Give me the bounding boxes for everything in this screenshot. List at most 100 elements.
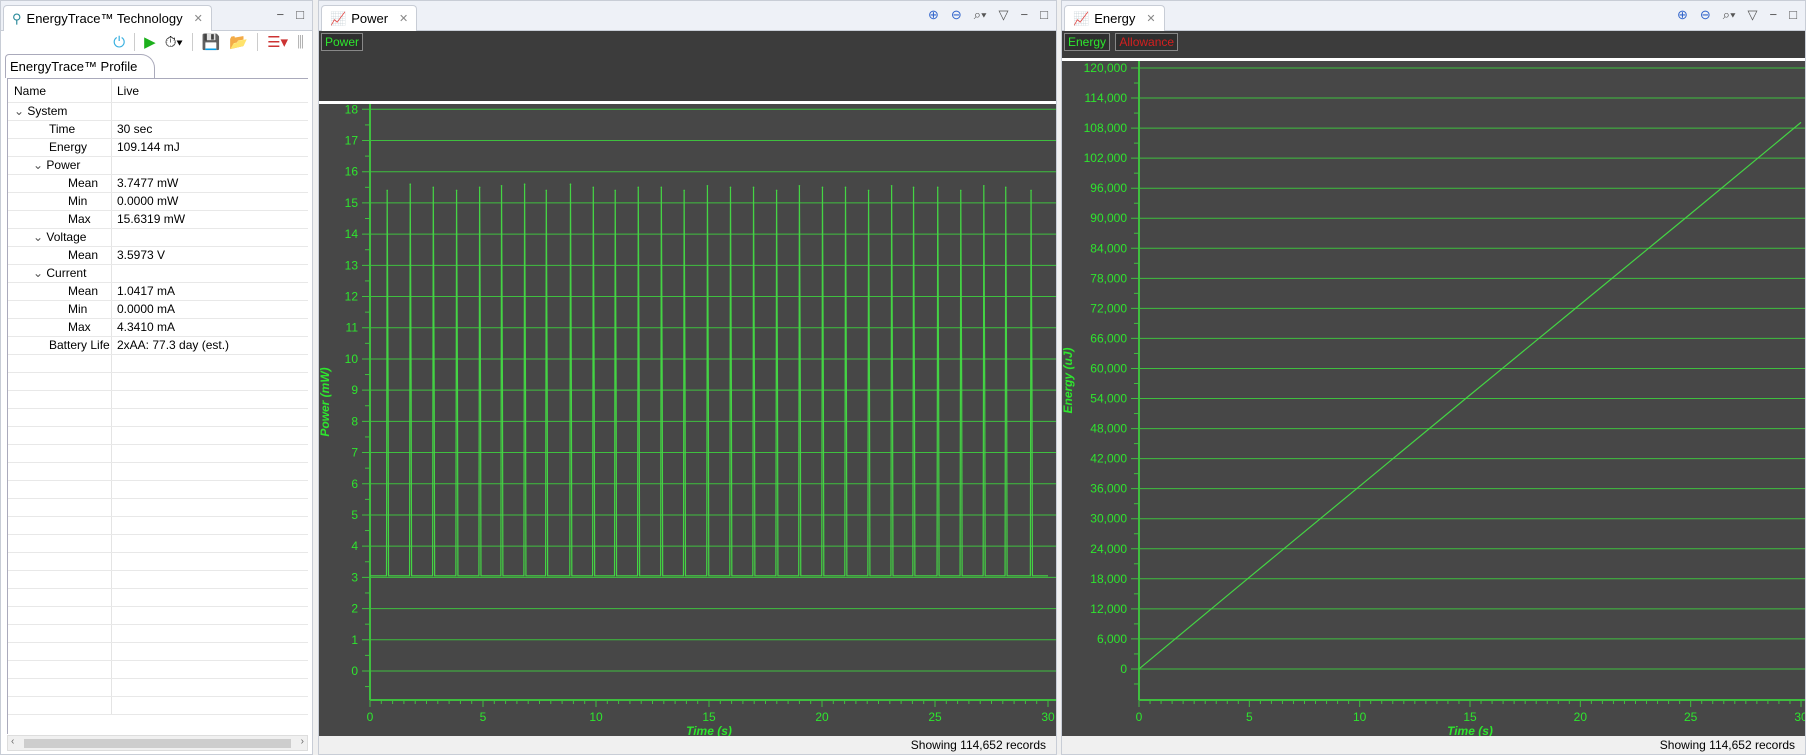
tree-row[interactable]: Max 4.3410 mA: [8, 319, 308, 337]
tab-power[interactable]: 📈 Power ✕: [321, 5, 418, 31]
y-tick-label: 18: [345, 104, 359, 116]
view-menu-icon[interactable]: ▽: [1748, 8, 1758, 21]
row-value: 3.5973 V: [117, 248, 166, 262]
tree-row[interactable]: Min 0.0000 mW: [8, 193, 308, 211]
y-tick-label: 8: [351, 414, 358, 428]
maximize-icon[interactable]: □: [1040, 8, 1048, 21]
row-name: Min: [68, 194, 88, 208]
plot-background: [1062, 61, 1805, 739]
column-header-name[interactable]: Name: [8, 79, 112, 102]
tab-label: EnergyTrace™ Technology: [26, 11, 183, 26]
maximize-icon[interactable]: □: [1789, 8, 1797, 21]
row-name-cell: Min: [8, 301, 112, 318]
spike-peak: [1030, 189, 1032, 192]
empty-cell: [8, 517, 112, 534]
tree-row[interactable]: Min 0.0000 mA: [8, 301, 308, 319]
zoom-in-icon[interactable]: ⊕: [928, 8, 939, 21]
close-icon[interactable]: ✕: [194, 12, 203, 25]
power-panel: 📈 Power ✕ ⊕ ⊖ ⌕▾ ▽ − □ Power 01234567891…: [318, 0, 1057, 755]
empty-row: [8, 499, 308, 517]
spike-peak: [637, 186, 640, 189]
spike-peak: [409, 183, 412, 185]
y-tick-label: 24,000: [1090, 542, 1127, 556]
y-tick-label: 102,000: [1084, 151, 1128, 165]
spike-peak: [867, 189, 870, 192]
tree-row[interactable]: ⌄ System: [8, 103, 308, 121]
tree-row[interactable]: ⌄ Power: [8, 157, 308, 175]
horizontal-scrollbar[interactable]: ‹ ›: [7, 735, 308, 751]
row-name: Current: [46, 266, 87, 280]
minimize-icon[interactable]: −: [1021, 8, 1029, 21]
chevron-down-icon[interactable]: ⌄: [33, 266, 46, 280]
y-tick-label: 18,000: [1090, 572, 1127, 586]
spike-peak: [386, 189, 388, 192]
minimize-icon[interactable]: −: [277, 8, 285, 21]
close-icon[interactable]: ✕: [1146, 12, 1155, 25]
chevron-down-icon[interactable]: ⌄: [14, 104, 27, 118]
tree-row[interactable]: ⌄ Current: [8, 265, 308, 283]
empty-cell: [8, 355, 112, 372]
spike-peak: [500, 184, 503, 187]
save-icon[interactable]: 💾: [202, 35, 221, 50]
zoom-in-icon[interactable]: ⊕: [1677, 8, 1688, 21]
empty-cell: [8, 625, 112, 642]
row-name: Mean: [68, 248, 99, 262]
open-folder-icon[interactable]: 📂: [229, 35, 248, 50]
y-tick-label: 0: [351, 664, 358, 678]
zoom-reset-icon[interactable]: ⌕▾: [1723, 8, 1736, 21]
legend-energy[interactable]: Energy: [1064, 33, 1111, 51]
play-icon[interactable]: ▶: [144, 35, 156, 50]
legend-power[interactable]: Power: [321, 33, 364, 51]
tree-row[interactable]: Mean 3.5973 V: [8, 247, 308, 265]
tree-row[interactable]: Mean 1.0417 mA: [8, 283, 308, 301]
spike-peak: [683, 189, 685, 192]
tab-energytrace[interactable]: ⚲ EnergyTrace™ Technology ✕: [3, 5, 212, 31]
row-name-cell: Battery Life: [8, 337, 112, 354]
tree-row[interactable]: Max 15.6319 mW: [8, 211, 308, 229]
tree-row[interactable]: Energy 109.144 mJ: [8, 139, 308, 157]
tab-energytrace-profile[interactable]: EnergyTrace™ Profile: [5, 54, 155, 78]
view-menu-icon[interactable]: ☰▾: [267, 35, 288, 50]
close-icon[interactable]: ✕: [399, 12, 408, 25]
row-name-cell: ⌄ Power: [8, 157, 112, 174]
y-tick-label: 96,000: [1090, 181, 1127, 195]
spike-peak: [569, 183, 572, 185]
power-icon[interactable]: ⏻: [113, 35, 125, 50]
empty-row: [8, 589, 308, 607]
timer-icon[interactable]: ⏱▾: [165, 35, 183, 50]
y-tick-label: 6,000: [1097, 632, 1127, 646]
maximize-icon[interactable]: □: [296, 8, 304, 21]
empty-cell: [8, 391, 112, 408]
x-tick-label: 0: [367, 710, 374, 724]
minimize-icon[interactable]: −: [1770, 8, 1778, 21]
column-header-live[interactable]: Live: [112, 79, 139, 102]
y-tick-label: 15: [345, 196, 359, 210]
zoom-reset-icon[interactable]: ⌕▾: [974, 8, 987, 21]
tree-row[interactable]: Time 30 sec: [8, 121, 308, 139]
tree-row[interactable]: Mean 3.7477 mW: [8, 175, 308, 193]
row-value: [112, 229, 117, 246]
legend-allowance[interactable]: Allowance: [1115, 33, 1179, 51]
chart-icon: 📈: [330, 11, 347, 26]
scroll-left-icon[interactable]: ‹: [11, 736, 14, 747]
empty-row: [8, 661, 308, 679]
tab-energy[interactable]: 📈 Energy ✕: [1064, 5, 1165, 31]
y-tick-label: 7: [351, 446, 358, 460]
row-name: Min: [68, 302, 88, 316]
chevron-down-icon[interactable]: ⌄: [33, 230, 46, 244]
zoom-out-icon[interactable]: ⊖: [951, 8, 962, 21]
scroll-right-icon[interactable]: ›: [301, 736, 304, 747]
graph-icon[interactable]: ⫼: [297, 35, 304, 50]
spike-peak: [959, 189, 962, 192]
y-tick-label: 6: [351, 477, 358, 491]
view-menu-icon[interactable]: ▽: [999, 8, 1009, 21]
scrollbar-thumb[interactable]: [24, 739, 291, 748]
x-tick-label: 5: [480, 710, 487, 724]
tree-row[interactable]: Battery Life 2xAA: 77.3 day (est.): [8, 337, 308, 355]
tab-label: Power: [351, 11, 389, 26]
empty-row: [8, 517, 308, 535]
y-tick-label: 10: [345, 352, 359, 366]
zoom-out-icon[interactable]: ⊖: [1700, 8, 1711, 21]
chevron-down-icon[interactable]: ⌄: [33, 158, 46, 172]
tree-row[interactable]: ⌄ Voltage: [8, 229, 308, 247]
